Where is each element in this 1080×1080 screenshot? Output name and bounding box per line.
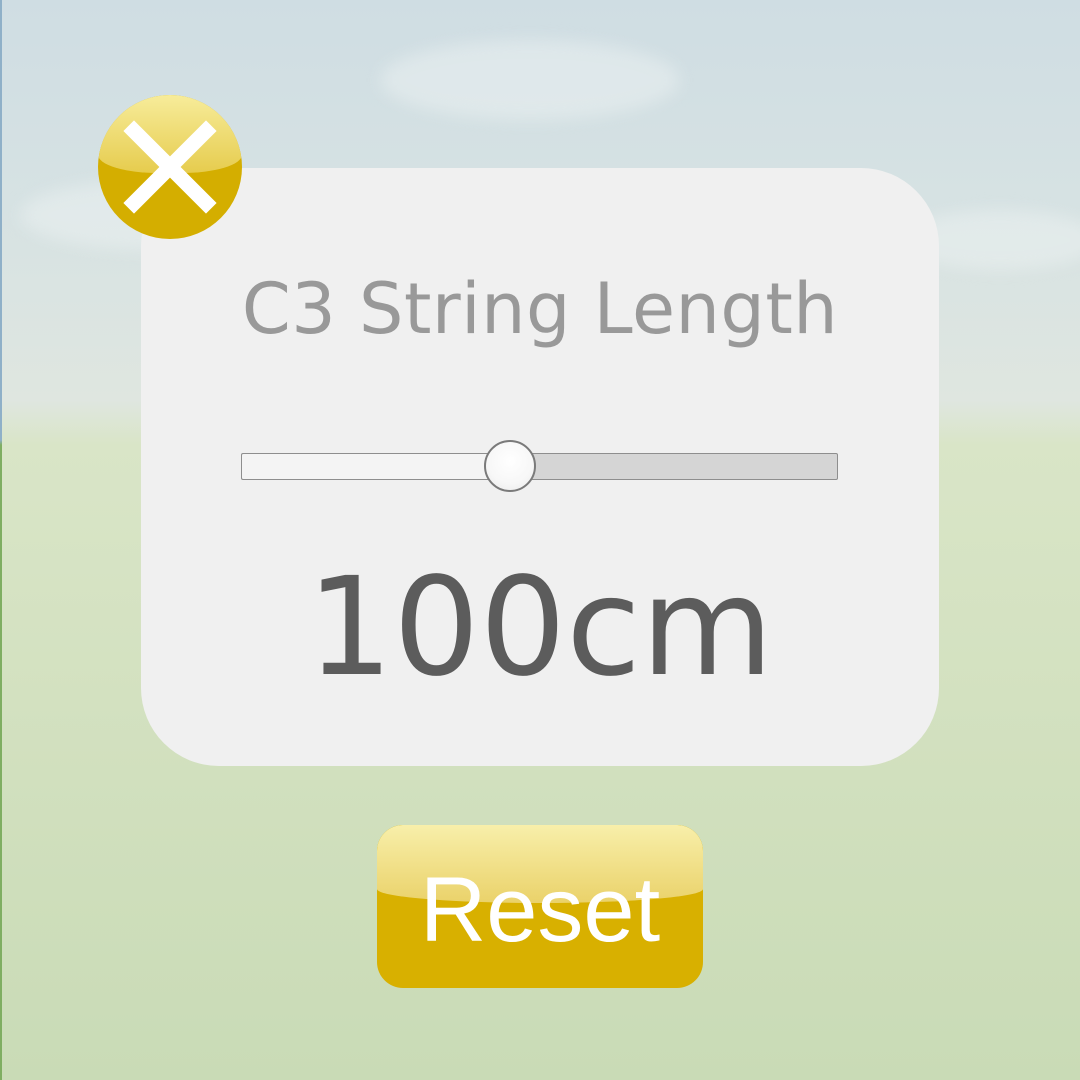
cloud <box>380 40 680 120</box>
reset-button-gloss <box>377 825 703 903</box>
close-button[interactable] <box>98 95 242 239</box>
scene-edge <box>0 0 2 1080</box>
close-icon <box>123 120 217 214</box>
string-length-slider[interactable] <box>241 453 838 480</box>
reset-button[interactable] <box>377 825 703 988</box>
slider-thumb[interactable] <box>483 440 536 492</box>
length-value: 100cm <box>306 549 774 707</box>
dialog-title: C3 String Length <box>241 268 839 350</box>
slider-fill <box>242 454 511 479</box>
